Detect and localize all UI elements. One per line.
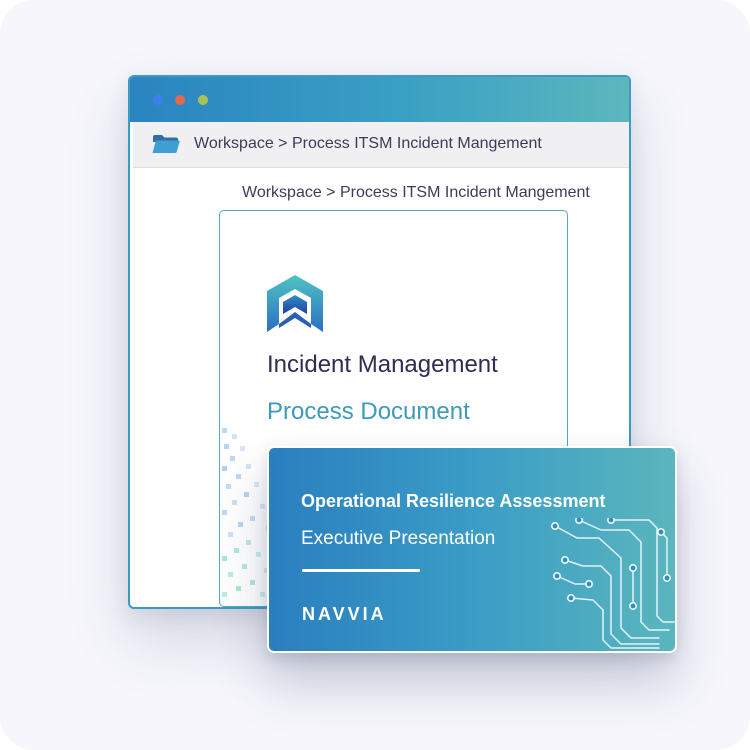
breadcrumb[interactable]: Workspace > Process ITSM Incident Mangem… [242,184,590,202]
card-subtitle: Executive Presentation [301,528,496,549]
circuit-board-graphic [551,518,675,649]
folder-icon [152,135,180,153]
presentation-card[interactable]: Operational Resilience Assessment Execut… [267,446,677,653]
background-canvas: Workspace > Process ITSM Incident Mangem… [0,0,750,750]
document-subtitle: Process Document [267,398,470,425]
navvia-logo-mark [267,275,323,332]
window-control-dot[interactable] [153,95,163,105]
window-control-dot[interactable] [175,95,185,105]
document-title: Incident Management [267,351,498,378]
brand-logo: NAVVIA [302,604,387,624]
address-path: Workspace > Process ITSM Incident Mangem… [194,135,542,152]
window-titlebar [130,77,629,122]
card-divider [302,569,420,572]
address-bar[interactable]: Workspace > Process ITSM Incident Mangem… [133,122,629,168]
card-title: Operational Resilience Assessment [301,491,606,511]
window-control-dot[interactable] [198,95,208,105]
